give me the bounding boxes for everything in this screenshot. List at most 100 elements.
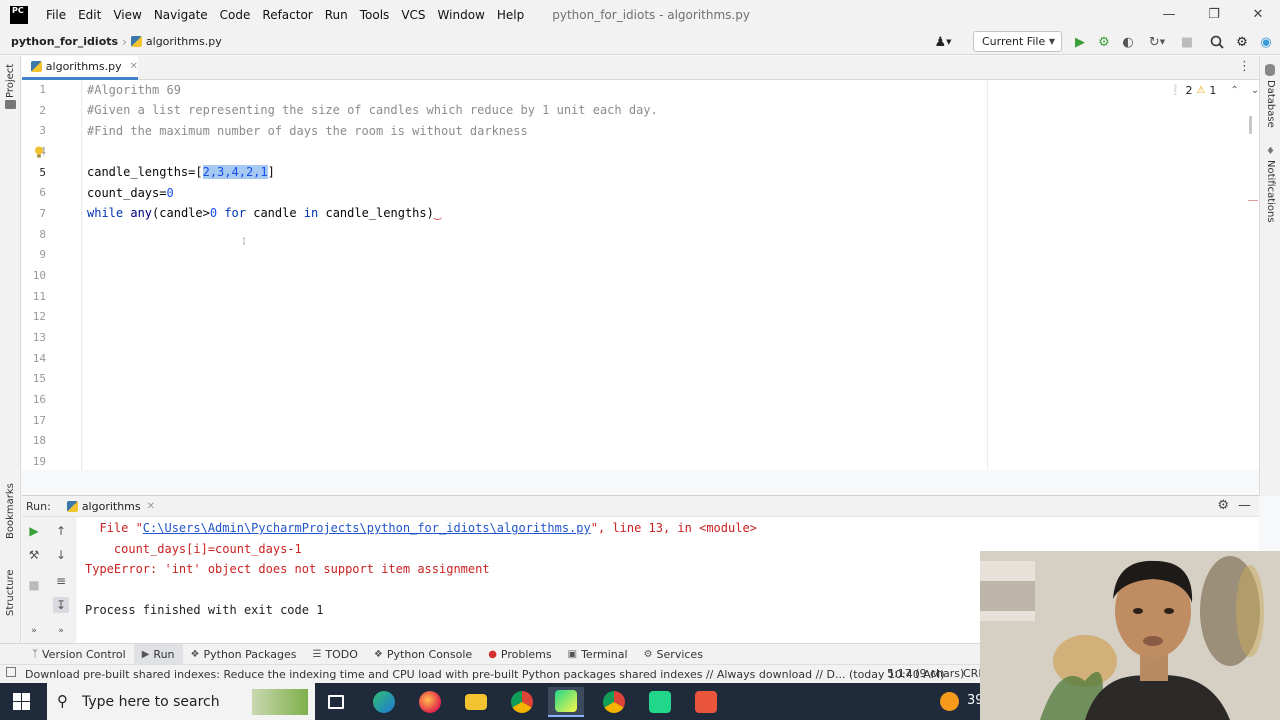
more-options-icon[interactable]: ⋮ — [1238, 59, 1251, 74]
line-number: 17 — [32, 414, 46, 427]
run-icon[interactable]: ▶ — [1071, 33, 1089, 51]
run-configuration-dropdown[interactable]: Current File ▼ — [973, 31, 1062, 52]
code-editor[interactable]: #Algorithm 69 #Given a list representing… — [83, 80, 1259, 470]
close-tab-icon[interactable]: ✕ — [130, 61, 138, 72]
structure-tool-button[interactable]: Structure — [5, 569, 16, 616]
coverage-icon[interactable]: ◐ — [1119, 33, 1137, 51]
run-toolbar: ▶ ↑ ⚒ ↓ ■ ≡ ↧ » » — [22, 517, 76, 643]
bookmarks-tool-button[interactable]: Bookmarks — [5, 483, 16, 539]
close-icon[interactable]: ✕ — [1236, 0, 1280, 29]
chrome-icon[interactable] — [504, 687, 540, 717]
left-tool-strip: Project Bookmarks Structure — [0, 56, 21, 663]
menu-navigate[interactable]: Navigate — [148, 0, 214, 29]
taskbar-search-box[interactable]: ⚲ Type here to search — [47, 683, 315, 720]
tool-tab-python-console[interactable]: ❖ Python Console — [366, 644, 480, 665]
tool-tab-version-control[interactable]: ᛉ Version Control — [24, 644, 134, 665]
chevron-up-icon[interactable]: ⌃ — [1230, 85, 1238, 96]
tool-tab-problems[interactable]: ● Problems — [480, 644, 559, 665]
menu-tools[interactable]: Tools — [354, 0, 396, 29]
panel-splitter[interactable] — [22, 470, 1259, 494]
edge-browser-icon[interactable] — [366, 687, 402, 717]
rerun-icon[interactable]: ▶ — [26, 523, 42, 539]
restore-icon[interactable]: ❐ — [1192, 0, 1236, 29]
tool-tab-label: Run — [153, 647, 175, 661]
menu-vcs[interactable]: VCS — [395, 0, 431, 29]
chevron-down-icon[interactable]: ⌄ — [1251, 85, 1259, 96]
tool-tab-label: TODO — [325, 647, 358, 661]
tab-label: algorithms.py — [45, 60, 122, 73]
menu-refactor[interactable]: Refactor — [256, 0, 318, 29]
red-app-icon[interactable] — [688, 687, 724, 717]
tool-tab-terminal[interactable]: ▣ Terminal — [560, 644, 636, 665]
debug-icon[interactable]: ⚙ — [1095, 33, 1113, 51]
hide-panel-icon[interactable]: — — [1238, 498, 1251, 513]
line-number: 10 — [32, 269, 46, 282]
tab-algorithms-py[interactable]: algorithms.py ✕ — [22, 56, 138, 80]
green-app-icon[interactable] — [642, 687, 678, 717]
settings-gear-icon[interactable]: ⚙ — [1217, 498, 1229, 513]
menu-code[interactable]: Code — [214, 0, 257, 29]
line-number: 1 — [39, 83, 46, 96]
soft-wrap-icon[interactable]: ≡ — [53, 573, 69, 589]
pycharm-taskbar-icon[interactable] — [548, 687, 584, 717]
toggle-tool-windows-icon[interactable] — [6, 667, 16, 677]
presenter-video-image — [980, 551, 1280, 720]
status-message[interactable]: Download pre-built shared indexes: Reduc… — [25, 668, 945, 681]
more-icon[interactable]: » — [53, 623, 69, 639]
console-file-link[interactable]: C:\Users\Admin\PycharmProjects\python_fo… — [143, 521, 591, 535]
tool-tab-services[interactable]: ⚙ Services — [636, 644, 711, 665]
tool-tab-python-packages[interactable]: ❖ Python Packages — [183, 644, 305, 665]
lightbulb-icon[interactable] — [34, 146, 44, 158]
scroll-up-icon[interactable]: ↑ — [53, 523, 69, 539]
jetbrains-icon[interactable]: ◉ — [1257, 33, 1275, 51]
error-stripe-marker[interactable] — [1248, 200, 1258, 201]
user-icon[interactable]: ♟ ▼ — [930, 33, 956, 51]
inspection-widget[interactable]: ❕ 2 ⚠ 1 ⌃ ⌄ — [1169, 84, 1259, 97]
caret-position[interactable]: 5:17 (9 chars) — [887, 667, 964, 680]
menu-window[interactable]: Window — [432, 0, 491, 29]
stop-icon[interactable]: ■ — [26, 577, 42, 593]
more-icon[interactable]: » — [26, 623, 42, 639]
project-tool-button[interactable]: Project — [5, 64, 16, 98]
tool-tab-run[interactable]: ▶ Run — [133, 643, 183, 665]
run-tab-algorithms[interactable]: algorithms ✕ — [66, 500, 155, 513]
python-console-icon: ❖ — [373, 648, 383, 660]
chrome-profile-icon[interactable] — [596, 687, 632, 717]
scroll-down-icon[interactable]: ↓ — [53, 547, 69, 563]
search-icon[interactable] — [1208, 33, 1226, 51]
settings-gear-icon[interactable]: ⚙ — [1233, 33, 1251, 51]
todo-list-icon: ☰ — [312, 648, 322, 660]
close-tab-icon[interactable]: ✕ — [147, 501, 155, 512]
minimize-icon[interactable]: — — [1147, 0, 1191, 29]
file-explorer-icon[interactable] — [458, 687, 494, 717]
line-number: 9 — [39, 248, 46, 261]
menu-help[interactable]: Help — [491, 0, 530, 29]
menu-edit[interactable]: Edit — [72, 0, 107, 29]
weather-icon[interactable] — [940, 692, 959, 711]
error-squiggle: ‿ — [433, 206, 442, 220]
search-icon: ⚲ — [57, 692, 68, 710]
line-number: 15 — [32, 372, 46, 385]
console-text: File " — [85, 521, 143, 535]
menu-run[interactable]: Run — [319, 0, 354, 29]
menu-file[interactable]: File — [40, 0, 72, 29]
task-view-icon[interactable] — [318, 687, 354, 717]
menu-view[interactable]: View — [107, 0, 147, 29]
notifications-tool-button[interactable]: Notifications — [1265, 160, 1276, 223]
console-text: ", line 13, in <module> — [590, 521, 757, 535]
breadcrumb-file[interactable]: algorithms.py — [130, 35, 222, 48]
editor-tab-bar: algorithms.py ✕ ⋮ — [22, 56, 1259, 80]
breadcrumb-project[interactable]: python_for_idiots — [11, 35, 118, 48]
profile-icon[interactable]: ↻ ▼ — [1143, 33, 1171, 51]
wrench-icon[interactable]: ⚒ — [26, 547, 42, 563]
breadcrumb-file-label: algorithms.py — [145, 35, 222, 48]
line-number: 19 — [32, 455, 46, 468]
stop-icon[interactable]: ■ — [1178, 33, 1196, 51]
scroll-to-end-icon[interactable]: ↧ — [53, 597, 69, 613]
database-tool-button[interactable]: Database — [1265, 80, 1276, 128]
scrollbar-thumb[interactable] — [1249, 116, 1252, 134]
windows-start-icon[interactable] — [13, 693, 30, 710]
warning-count: 1 — [1209, 84, 1217, 97]
firefox-icon[interactable] — [412, 687, 448, 717]
tool-tab-todo[interactable]: ☰ TODO — [304, 644, 365, 665]
